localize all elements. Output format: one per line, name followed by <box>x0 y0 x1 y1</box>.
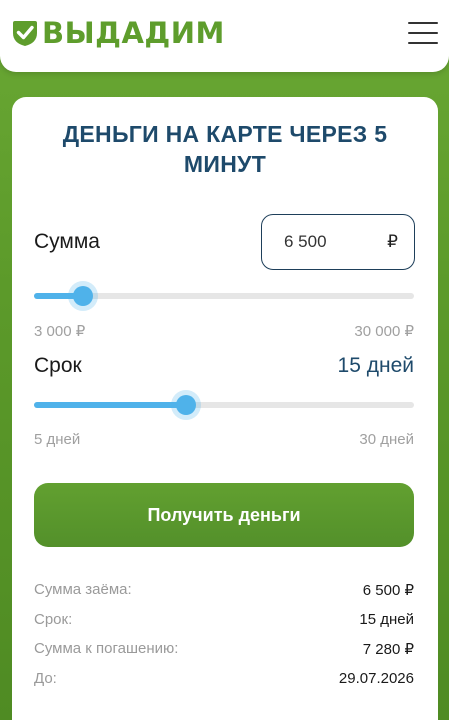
loan-calculator-card: ДЕНЬГИ НА КАРТЕ ЧЕРЕЗ 5 МИНУТ Сумма 6 50… <box>12 97 438 720</box>
summary-value: 29.07.2026 <box>338 670 414 687</box>
amount-max-label: 30 000 ₽ <box>354 323 414 340</box>
summary-row-repayment: Сумма к погашению: 7 280 ₽ <box>34 640 414 662</box>
term-slider[interactable] <box>34 395 414 415</box>
term-value: 15 дней <box>337 354 414 377</box>
summary-row-due-date: До: 29.07.2026 <box>34 670 414 692</box>
checkmark-shield-icon <box>13 21 37 46</box>
term-slider-fill <box>34 402 186 408</box>
summary-label: Срок: <box>34 611 73 628</box>
summary-label: До: <box>34 670 57 687</box>
summary-row-term: Срок: 15 дней <box>34 611 414 633</box>
term-max-label: 30 дней <box>359 431 414 448</box>
amount-slider[interactable] <box>34 286 414 306</box>
amount-label: Сумма <box>34 230 100 253</box>
summary-label: Сумма заёма: <box>34 581 132 598</box>
term-label: Срок <box>34 354 82 377</box>
amount-slider-thumb[interactable] <box>73 286 94 306</box>
get-money-button[interactable]: Получить деньги <box>34 483 414 547</box>
logo-text: ВЫДАДИМ <box>42 16 225 50</box>
logo[interactable]: ВЫДАДИМ <box>12 16 225 50</box>
amount-input-value: 6 500 <box>284 232 327 251</box>
summary-value: 6 500 ₽ <box>362 582 414 599</box>
term-slider-thumb[interactable] <box>176 395 196 415</box>
summary-value: 7 280 ₽ <box>362 641 414 658</box>
ruble-icon: ₽ <box>387 232 398 251</box>
site-header: ВЫДАДИМ <box>0 0 449 72</box>
summary-value: 15 дней <box>359 611 414 628</box>
term-min-label: 5 дней <box>34 431 81 448</box>
page-title: ДЕНЬГИ НА КАРТЕ ЧЕРЕЗ 5 МИНУТ <box>62 121 388 177</box>
amount-min-label: 3 000 ₽ <box>34 323 86 340</box>
summary-row-amount: Сумма заёма: 6 500 ₽ <box>34 581 414 603</box>
amount-input[interactable]: 6 500 ₽ <box>261 214 415 270</box>
hamburger-menu-icon[interactable] <box>408 20 438 46</box>
summary-label: Сумма к погашению: <box>34 640 179 657</box>
